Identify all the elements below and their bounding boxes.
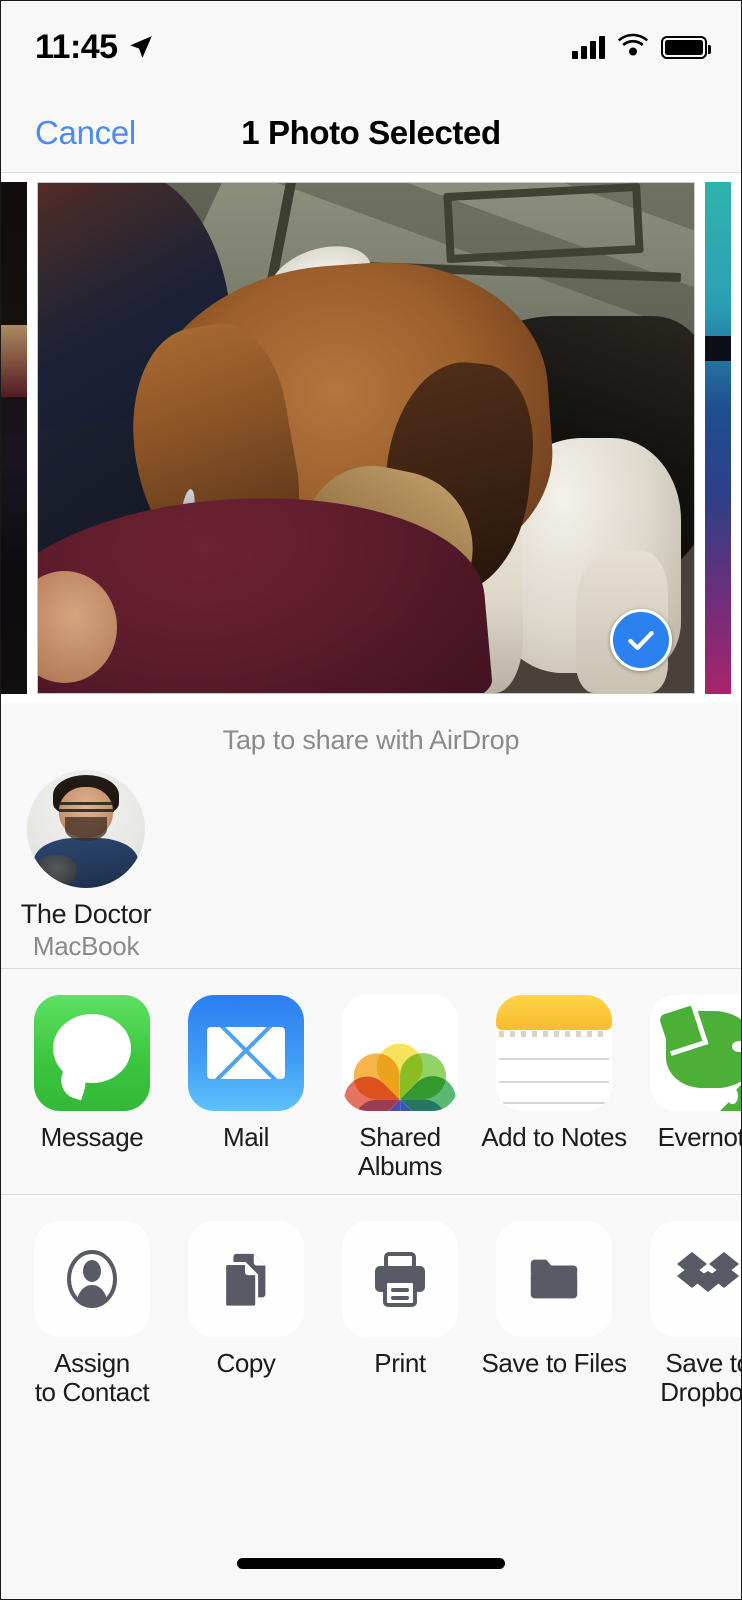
airdrop-contact-name: The Doctor [20, 899, 152, 929]
action-label: Save to Files [481, 1348, 627, 1378]
action-assign-to-contact[interactable]: Assign to Contact [15, 1221, 169, 1407]
navigation-bar: Cancel 1 Photo Selected [1, 93, 741, 173]
messages-icon [34, 995, 150, 1111]
wifi-icon [618, 33, 648, 61]
dropbox-icon [650, 1221, 741, 1337]
copy-documents-icon [188, 1221, 304, 1337]
home-indicator[interactable] [237, 1558, 505, 1569]
person-circle-icon [34, 1221, 150, 1337]
airdrop-hint: Tap to share with AirDrop [222, 725, 520, 755]
status-bar-indicators [572, 33, 711, 61]
location-arrow-icon [128, 34, 154, 60]
action-print[interactable]: Print [323, 1221, 477, 1407]
action-row[interactable]: Assign to Contact Copy Print Save to Fil… [1, 1195, 741, 1425]
action-label: Print [374, 1348, 426, 1378]
evernote-icon [650, 995, 741, 1111]
airdrop-contact-the-doctor[interactable]: The Doctor MacBook Pro [11, 770, 161, 995]
notes-icon [496, 995, 612, 1111]
share-target-label: Message [40, 1122, 144, 1152]
action-label: Save toDropbox [660, 1348, 742, 1408]
app-share-scroller[interactable]: Message Mail Shared Albums Add to Notes … [1, 995, 741, 1181]
action-label: Copy [216, 1348, 276, 1378]
airdrop-section: Tap to share with AirDrop The Doctor Mac… [1, 703, 741, 994]
airdrop-contact-list[interactable]: The Doctor MacBook Pro [1, 770, 741, 995]
photo-next[interactable] [705, 182, 731, 694]
battery-full-icon [661, 35, 711, 59]
share-target-label: Evernote [657, 1122, 741, 1152]
share-target-label: Shared Albums [357, 1122, 443, 1182]
folder-icon [496, 1221, 612, 1337]
cellular-signal-icon [572, 35, 605, 59]
action-copy[interactable]: Copy [169, 1221, 323, 1407]
share-target-evernote[interactable]: Evernote [631, 995, 741, 1181]
action-save-to-files[interactable]: Save to Files [477, 1221, 631, 1407]
action-save-to-dropbox[interactable]: Save toDropbox [631, 1221, 742, 1408]
status-bar: 11:45 [1, 1, 741, 93]
app-share-row[interactable]: Message Mail Shared Albums Add to Notes … [1, 969, 741, 1195]
share-target-message[interactable]: Message [15, 995, 169, 1181]
photo-strip[interactable] [1, 173, 741, 703]
share-target-label: Mail [222, 1122, 270, 1152]
cancel-button[interactable]: Cancel [35, 114, 136, 152]
photo-selected[interactable] [37, 182, 695, 694]
printer-icon [342, 1221, 458, 1337]
action-label: Assign to Contact [34, 1348, 150, 1408]
share-target-shared-albums[interactable]: Shared Albums [323, 995, 477, 1181]
photos-icon [342, 995, 458, 1111]
avatar [27, 770, 145, 888]
checkmark-circle-icon[interactable] [610, 609, 672, 671]
mail-icon [188, 995, 304, 1111]
share-target-label: Add to Notes [481, 1122, 627, 1152]
photo-thumbnail [38, 183, 694, 693]
status-bar-time: 11:45 [35, 27, 118, 66]
share-target-mail[interactable]: Mail [169, 995, 323, 1181]
share-target-add-to-notes[interactable]: Add to Notes [477, 995, 631, 1181]
share-sheet-screen: 11:45 Cancel 1 Photo Selected Tap to sha… [0, 0, 742, 1600]
action-scroller[interactable]: Assign to Contact Copy Print Save to Fil… [1, 1221, 741, 1407]
photo-previous[interactable] [1, 182, 27, 694]
